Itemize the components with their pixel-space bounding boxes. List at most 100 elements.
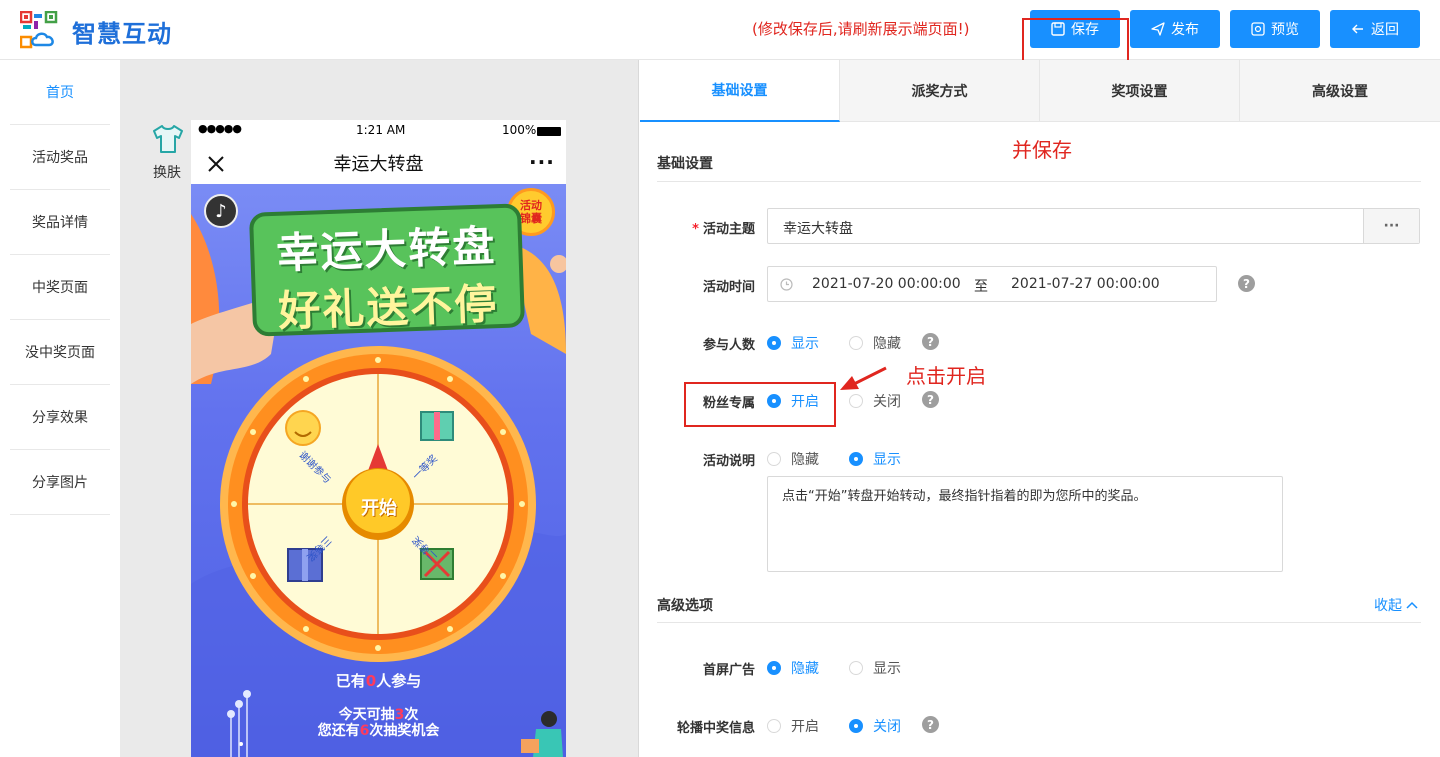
chevron-up-icon: [1406, 601, 1418, 609]
publish-button[interactable]: 发布: [1130, 10, 1220, 48]
splash-ad-show-radio[interactable]: 显示: [849, 658, 901, 678]
participants-hide-label: 隐藏: [873, 336, 901, 352]
red-arrow-icon: [840, 366, 887, 390]
radio-dot: [849, 394, 863, 408]
nav-item-win-page[interactable]: 中奖页面: [10, 255, 110, 320]
participants-hide-radio[interactable]: 隐藏: [849, 333, 901, 353]
participants-label: 参与人数: [702, 338, 755, 353]
settings-tabs: 基础设置 派奖方式 奖项设置 高级设置: [640, 60, 1440, 122]
nav-item-prizes[interactable]: 活动奖品: [10, 125, 110, 190]
tab-advanced-settings[interactable]: 高级设置: [1240, 60, 1440, 122]
logo-icon: [20, 11, 58, 49]
battery-level: 100%: [502, 123, 537, 137]
description-hide-label: 隐藏: [791, 452, 819, 468]
preview-button[interactable]: 预览: [1230, 10, 1320, 48]
time-range-input[interactable]: 2021-07-20 00:00:00 至 2021-07-27 00:00:0…: [767, 266, 1217, 302]
tshirt-icon[interactable]: [152, 124, 184, 154]
left-nav: 首页 活动奖品 奖品详情 中奖页面 没中奖页面 分享效果 分享图片: [0, 60, 120, 757]
badge-line-2: 锦囊: [520, 212, 542, 225]
phone-content: ♪ 活动 锦囊 幸运大转盘 好礼送不停 开始 谢谢参与 一等奖 二等奖 三等奖 …: [191, 184, 566, 757]
radio-dot: [767, 336, 781, 350]
carousel-open-label: 开启: [791, 719, 819, 735]
section-divider: [657, 181, 1421, 182]
tab-basic-settings[interactable]: 基础设置: [640, 60, 840, 122]
battery-icon: [537, 127, 561, 136]
radio-dot: [767, 661, 781, 675]
time-separator: 至: [974, 279, 988, 295]
nav-item-prize-details[interactable]: 奖品详情: [10, 190, 110, 255]
basic-section-title: 基础设置: [657, 156, 713, 172]
nav-item-share-effect[interactable]: 分享效果: [10, 385, 110, 450]
nav-item-share-image[interactable]: 分享图片: [10, 450, 110, 515]
carousel-close-radio[interactable]: 关闭: [849, 716, 901, 736]
app-name: 智慧互动: [72, 20, 172, 48]
phone-title: 幸运大转盘: [333, 154, 424, 175]
topic-more-button[interactable]: ···: [1363, 209, 1419, 243]
remaining-suffix: 次抽奖机会: [369, 723, 440, 739]
status-bar: ●●●●● 1:21 AM 100%: [191, 120, 566, 142]
radio-dot: [849, 336, 863, 350]
remaining-prefix: 您还有: [317, 723, 360, 739]
section-divider: [657, 622, 1421, 623]
topic-value: 幸运大转盘: [783, 221, 853, 237]
description-show-label: 显示: [873, 452, 901, 468]
carousel-close-label: 关闭: [873, 719, 901, 735]
radio-dot: [849, 661, 863, 675]
splash-ad-show-label: 显示: [873, 661, 901, 677]
remaining-draws-text: 您还有6次抽奖机会: [191, 720, 566, 740]
participants-show-radio[interactable]: 显示: [767, 333, 819, 353]
collapse-toggle[interactable]: 收起: [1374, 595, 1418, 615]
radio-dot: [849, 452, 863, 466]
preview-icon: [1251, 22, 1265, 36]
fans-only-close-label: 关闭: [873, 394, 901, 410]
collapse-label: 收起: [1374, 598, 1402, 614]
description-show-radio[interactable]: 显示: [849, 449, 901, 469]
splash-ad-hide-radio[interactable]: 隐藏: [767, 658, 819, 678]
description-textarea[interactable]: 点击“开始”转盘开始转动，最终指针指着的即为您所中的奖品。: [767, 476, 1283, 572]
fans-only-help-icon[interactable]: ?: [922, 391, 939, 408]
topic-input[interactable]: 幸运大转盘 ···: [767, 208, 1420, 244]
carousel-label: 轮播中奖信息: [676, 721, 755, 736]
save-highlight-box: [1022, 18, 1129, 62]
carousel-help-icon[interactable]: ?: [922, 716, 939, 733]
participants-help-icon[interactable]: ?: [922, 333, 939, 350]
preview-button-label: 预览: [1271, 22, 1299, 38]
back-button-label: 返回: [1371, 22, 1399, 38]
splash-ad-hide-label: 隐藏: [791, 661, 819, 677]
description-hide-radio[interactable]: 隐藏: [767, 449, 819, 469]
tab-prize-delivery[interactable]: 派奖方式: [840, 60, 1040, 122]
title-banner: 幸运大转盘 好礼送不停: [248, 203, 526, 337]
tab-prize-settings[interactable]: 奖项设置: [1040, 60, 1240, 122]
skin-label[interactable]: 换肤: [153, 162, 181, 182]
signal-icon: ●●●●●: [198, 122, 242, 135]
time-help-icon[interactable]: ?: [1238, 275, 1255, 292]
back-button[interactable]: 返回: [1330, 10, 1420, 48]
nav-item-home[interactable]: 首页: [10, 60, 110, 125]
save-hint-text: 并保存: [1012, 138, 1072, 162]
description-label: 活动说明: [702, 454, 755, 469]
banner-line-2: 好礼送不停: [277, 279, 500, 336]
fans-only-close-radio[interactable]: 关闭: [849, 391, 901, 411]
remaining-count: 6: [359, 723, 370, 739]
participants-prefix: 已有: [335, 672, 366, 690]
more-icon[interactable]: ···: [529, 150, 555, 174]
start-time[interactable]: 2021-07-20 00:00:00: [812, 276, 961, 292]
nav-item-lose-page[interactable]: 没中奖页面: [10, 320, 110, 385]
close-icon[interactable]: [207, 155, 225, 173]
save-notice: (修改保存后,请刷新展示端页面!): [752, 20, 970, 38]
end-time[interactable]: 2021-07-27 00:00:00: [1011, 276, 1160, 292]
clock-icon: [780, 278, 793, 291]
radio-dot: [767, 719, 781, 733]
arrow-left-icon: [1352, 24, 1363, 34]
participants-show-label: 显示: [791, 336, 819, 352]
fans-only-highlight-box: [684, 382, 836, 427]
participants-count: 0: [365, 672, 377, 690]
radio-dot: [767, 452, 781, 466]
topic-label: * 活动主题: [692, 222, 755, 237]
header: 智慧互动 (修改保存后,请刷新展示端页面!) 保存 发布 预览 返回: [0, 0, 1440, 60]
phone-preview: ●●●●● 1:21 AM 100% 幸运大转盘 ··· ♪ 活动 锦囊 幸运大…: [191, 120, 566, 757]
carousel-open-radio[interactable]: 开启: [767, 716, 819, 736]
status-time: 1:21 AM: [356, 123, 406, 137]
music-icon[interactable]: ♪: [204, 194, 238, 228]
wheel-start-button[interactable]: 开始: [343, 494, 415, 520]
